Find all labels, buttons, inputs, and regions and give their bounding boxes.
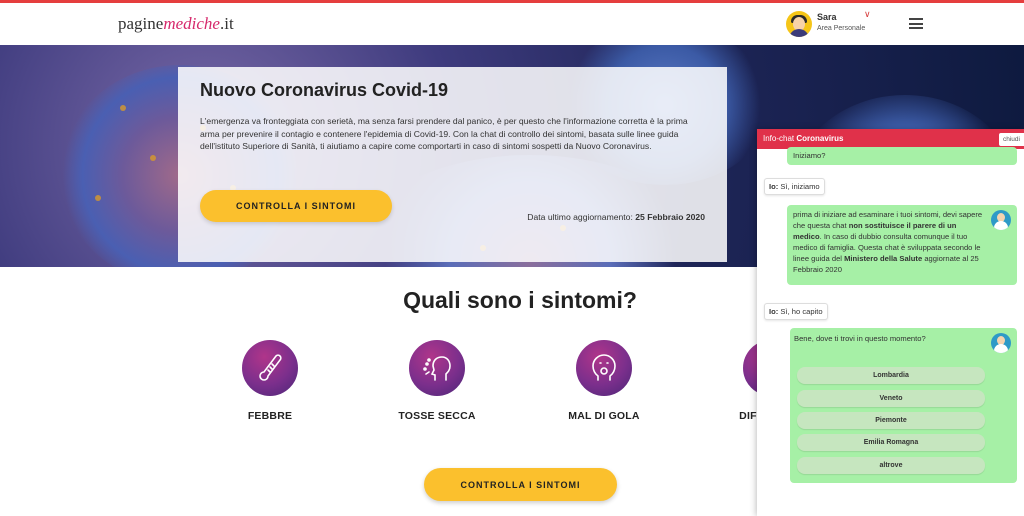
symptoms-title: Quali sono i sintomi? [403, 287, 637, 313]
site-logo[interactable]: paginemediche.it [118, 14, 234, 34]
bot-message: Iniziamo? [787, 147, 1017, 165]
option-emilia-romagna[interactable]: Emilia Romagna [797, 434, 985, 451]
symptom-label: MAL DI GOLA [568, 410, 640, 422]
chat-title: Info-chat Coronavirus [763, 134, 844, 143]
option-veneto[interactable]: Veneto [797, 390, 985, 407]
option-lombardia[interactable]: Lombardia [797, 367, 985, 384]
user-message: Io: Sì, ho capito [764, 303, 828, 320]
symptom-cough: TOSSE SECCA [377, 340, 497, 422]
symptom-label: FEBBRE [247, 410, 293, 422]
last-update-date: Data ultimo aggiornamento: 25 Febbraio 2… [527, 212, 705, 222]
option-altrove[interactable]: altrove [797, 457, 985, 474]
user-message: Io: Sì, iniziamo [764, 178, 825, 195]
bot-message: prima di iniziare ad esaminare i tuoi si… [787, 205, 1017, 285]
symptom-label: TOSSE SECCA [398, 410, 476, 422]
user-avatar[interactable] [786, 11, 812, 37]
site-header: paginemediche.it Sara Area Personale ∨ [0, 3, 1024, 45]
hero-info-card: Nuovo Coronavirus Covid-19 L'emergenza v… [178, 67, 727, 262]
user-area-link[interactable]: Area Personale [817, 25, 865, 32]
cough-icon [409, 340, 465, 396]
option-piemonte[interactable]: Piemonte [797, 412, 985, 429]
sore-throat-icon [576, 340, 632, 396]
hero-description: L'emergenza va fronteggiata con serietà,… [200, 116, 688, 152]
info-chat-panel: Info-chat Coronavirus chiudi Iniziamo? I… [757, 129, 1024, 516]
user-name[interactable]: Sara [817, 12, 837, 22]
doctor-avatar-icon [991, 210, 1011, 230]
doctor-avatar-icon [991, 333, 1011, 353]
chat-header: Info-chat Coronavirus chiudi [757, 129, 1024, 149]
check-symptoms-button-bottom[interactable]: CONTROLLA I SINTOMI [424, 468, 617, 501]
chevron-down-icon[interactable]: ∨ [864, 9, 871, 20]
symptom-fever: FEBBRE [210, 340, 330, 422]
symptom-sore-throat: MAL DI GOLA [544, 340, 664, 422]
hero-title: Nuovo Coronavirus Covid-19 [200, 80, 449, 100]
chat-close-button[interactable]: chiudi [999, 133, 1024, 146]
hamburger-menu-icon[interactable] [909, 18, 923, 29]
check-symptoms-button[interactable]: CONTROLLA I SINTOMI [200, 190, 392, 222]
thermometer-icon [242, 340, 298, 396]
